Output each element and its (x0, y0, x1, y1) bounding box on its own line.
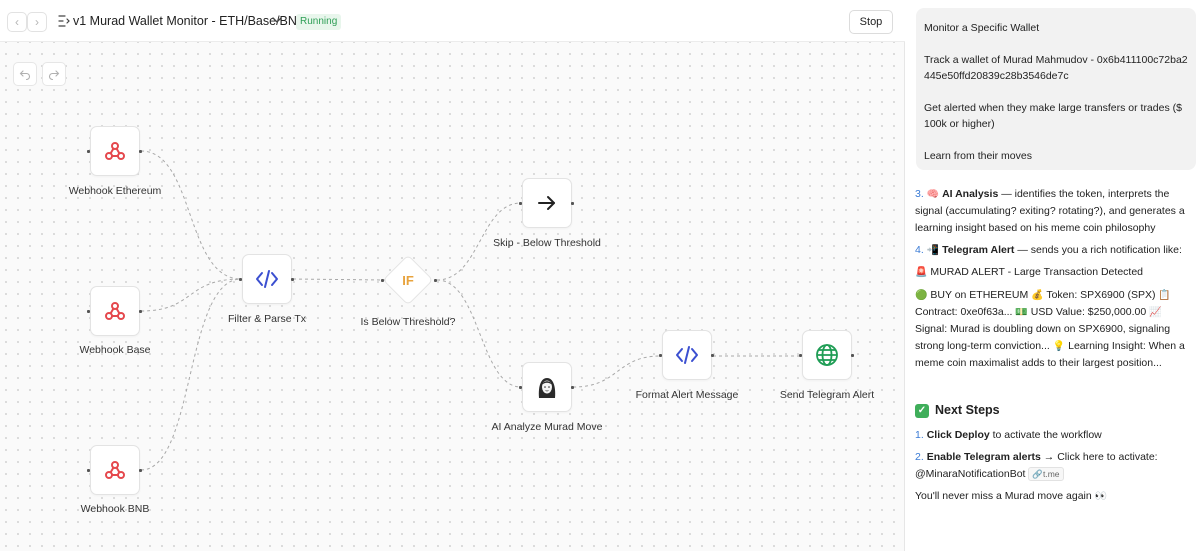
step-ai-analysis: 3. 🧠 AI Analysis — identifies the token,… (915, 186, 1195, 237)
dollar-icon: 💵 (1015, 307, 1028, 318)
output-port[interactable] (571, 202, 574, 205)
alert-token: Token: SPX6900 (SPX) (1046, 289, 1156, 301)
webhook-icon (105, 302, 125, 320)
user-message-bubble: Monitor a Specific Wallet Track a wallet… (916, 8, 1196, 170)
next-steps-heading: ✓ Next Steps (915, 402, 1195, 419)
step-number: 4. (915, 244, 924, 256)
node-label: Is Below Threshold? (360, 316, 456, 328)
node-label: Send Telegram Alert (779, 389, 875, 401)
chart-icon: 📈 (1149, 307, 1162, 318)
output-port[interactable] (571, 386, 574, 389)
check-icon: ✓ (915, 403, 929, 418)
webhook-icon (105, 461, 125, 479)
phone-icon: 📲 (926, 245, 940, 256)
alert-usd-value: USD Value: $250,000.00 (1030, 306, 1147, 318)
money-bag-icon: 💰 (1031, 290, 1044, 301)
input-port[interactable] (519, 386, 522, 389)
step-number: 1. (915, 429, 924, 441)
skip-node[interactable] (522, 178, 572, 228)
arrow-right-icon (538, 196, 555, 210)
bubble-alert: Get alerted when they make large transfe… (924, 102, 1182, 130)
next-steps-title: Next Steps (935, 403, 1000, 417)
node-label: Webhook Ethereum (68, 185, 162, 197)
edge-eth-filter (140, 150, 242, 280)
node-label: Webhook Base (79, 344, 151, 356)
output-port[interactable] (139, 310, 142, 313)
node-label: Webhook BNB (80, 503, 150, 515)
workflow-canvas[interactable]: ‹ › v1 Murad Wallet Monitor - ETH/Base/B… (0, 0, 905, 551)
closing-text: You'll never miss a Murad move again (915, 490, 1092, 502)
green-circle-icon: 🟢 (915, 290, 928, 301)
node-label: AI Analyze Murad Move (491, 421, 603, 433)
next-step-2: 2. Enable Telegram alerts → Click here t… (915, 449, 1195, 483)
clipboard-icon: 📋 (1158, 290, 1171, 301)
webhook-ethereum-node[interactable] (90, 126, 140, 176)
bot-handle[interactable]: @MinaraNotificationBot (915, 468, 1025, 480)
alert-title: 🚨 MURAD ALERT - Large Transaction Detect… (915, 264, 1195, 281)
step-bold: Click Deploy (926, 429, 990, 441)
output-port[interactable] (851, 354, 854, 357)
code-icon (676, 346, 698, 364)
telegram-link[interactable]: 🔗t.me (1028, 467, 1064, 481)
globe-icon (816, 344, 838, 366)
step-number: 2. (915, 451, 924, 463)
node-label: Format Alert Message (635, 389, 739, 401)
alert-body: 🟢 BUY on ETHEREUM 💰 Token: SPX6900 (SPX)… (915, 287, 1195, 372)
step-telegram-alert: 4. 📲 Telegram Alert — sends you a rich n… (915, 242, 1195, 259)
input-port[interactable] (87, 150, 90, 153)
eyes-icon: 👀 (1094, 491, 1108, 502)
link-icon: 🔗 (1032, 469, 1043, 479)
step-number: 3. (915, 188, 924, 200)
siren-icon: 🚨 (915, 267, 928, 278)
edge-ai-format (572, 355, 662, 388)
input-port[interactable] (87, 469, 90, 472)
bubble-track: Track a wallet of Murad Mahmudov - 0x6b4… (924, 54, 1188, 82)
send-telegram-node[interactable] (802, 330, 852, 380)
ai-avatar-icon (535, 375, 559, 399)
input-port[interactable] (519, 202, 522, 205)
webhook-icon (105, 142, 125, 160)
webhook-bnb-node[interactable] (90, 445, 140, 495)
bubble-title: Monitor a Specific Wallet (924, 22, 1040, 34)
link-text: t.me (1042, 469, 1060, 479)
next-step-1: 1. Click Deploy to activate the workflow (915, 427, 1195, 444)
output-port[interactable] (139, 150, 142, 153)
edge-if-ai (436, 279, 522, 388)
output-port[interactable] (291, 278, 294, 281)
output-port[interactable] (139, 469, 142, 472)
format-alert-node[interactable] (662, 330, 712, 380)
lightbulb-icon: 💡 (1052, 341, 1066, 352)
edge-filter-if (292, 278, 386, 281)
input-port[interactable] (239, 278, 242, 281)
step-bold: Enable Telegram alerts (926, 451, 1041, 463)
edge-bnb-filter (140, 278, 242, 471)
brain-icon: 🧠 (926, 189, 940, 200)
chat-panel: Monitor a Specific Wallet Track a wallet… (906, 0, 1200, 551)
step-text: to activate the workflow (989, 429, 1102, 441)
input-port[interactable] (799, 354, 802, 357)
bubble-learn: Learn from their moves (924, 150, 1032, 162)
assistant-response: 3. 🧠 AI Analysis — identifies the token,… (915, 186, 1195, 510)
alert-contract: Contract: 0xe0f63a... (915, 306, 1013, 318)
webhook-base-node[interactable] (90, 286, 140, 336)
input-port[interactable] (87, 310, 90, 313)
step-text: — sends you a rich notification like: (1014, 244, 1182, 256)
filter-parse-node[interactable] (242, 254, 292, 304)
input-port[interactable] (381, 279, 384, 282)
alert-title-text: MURAD ALERT - Large Transaction Detected (930, 266, 1143, 278)
input-port[interactable] (659, 354, 662, 357)
step-title: Telegram Alert (942, 244, 1015, 256)
output-port[interactable] (711, 354, 714, 357)
code-icon (256, 270, 278, 288)
node-label: Skip - Below Threshold (493, 237, 601, 249)
closing-line: You'll never miss a Murad move again 👀 (915, 488, 1195, 505)
if-icon: IF (402, 273, 414, 288)
step-text: → Click here to activate: (1040, 451, 1158, 463)
step-title: AI Analysis (942, 188, 999, 200)
output-port[interactable] (434, 279, 437, 282)
node-label: Filter & Parse Tx (228, 313, 306, 325)
alert-action: BUY on ETHEREUM (930, 289, 1029, 301)
ai-analyze-node[interactable] (522, 362, 572, 412)
